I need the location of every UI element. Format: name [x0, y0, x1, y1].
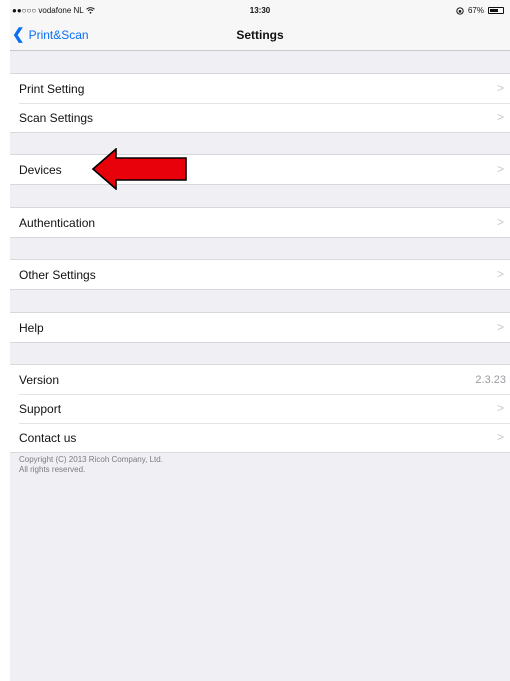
- devices-label: Devices: [19, 162, 62, 177]
- other-settings-label: Other Settings: [19, 267, 96, 282]
- version-value: 2.3.23: [475, 373, 506, 386]
- settings-group-about: Version 2.3.23 Support > Contact us >: [10, 364, 510, 453]
- settings-group-authentication: Authentication >: [10, 207, 510, 238]
- devices-row[interactable]: Devices >: [10, 155, 510, 184]
- print-setting-row[interactable]: Print Setting >: [10, 74, 510, 103]
- settings-group-help: Help >: [10, 312, 510, 343]
- chevron-right-icon: >: [496, 430, 504, 444]
- status-time: 13:30: [249, 6, 271, 15]
- battery-percent: 67%: [467, 6, 484, 15]
- chevron-right-icon: >: [496, 81, 504, 95]
- settings-group-devices: Devices >: [10, 154, 510, 185]
- copyright-text: Copyright (C) 2013 Ricoh Company, Ltd.: [19, 455, 163, 464]
- chevron-right-icon: >: [496, 267, 504, 281]
- rights-text: All rights reserved.: [19, 465, 86, 474]
- orientation-lock-icon: [456, 6, 464, 15]
- status-bar: ●●○○○ vodafone NL 13:30 67%: [10, 0, 510, 22]
- status-right: 67%: [456, 6, 504, 15]
- chevron-right-icon: >: [496, 320, 504, 334]
- help-row[interactable]: Help >: [10, 313, 510, 342]
- scan-settings-row[interactable]: Scan Settings >: [10, 103, 510, 132]
- settings-group-print-scan: Print Setting > Scan Settings >: [10, 73, 510, 133]
- contact-us-row[interactable]: Contact us >: [10, 423, 510, 452]
- battery-icon: [488, 7, 504, 14]
- version-row: Version 2.3.23: [10, 365, 510, 394]
- copyright-footer: Copyright (C) 2013 Ricoh Company, Ltd. A…: [19, 455, 163, 475]
- print-setting-label: Print Setting: [19, 81, 85, 96]
- version-label: Version: [19, 372, 60, 387]
- chevron-right-icon: >: [496, 401, 504, 415]
- chevron-right-icon: >: [496, 215, 504, 229]
- support-label: Support: [19, 401, 62, 416]
- navigation-bar: ❮ Print&Scan Settings: [10, 22, 510, 51]
- red-arrow-annotation: [92, 148, 187, 190]
- other-settings-row[interactable]: Other Settings >: [10, 260, 510, 289]
- settings-screen: ●●○○○ vodafone NL 13:30 67% ❮ Print&Scan…: [10, 0, 510, 681]
- chevron-right-icon: >: [496, 110, 504, 124]
- scan-settings-label: Scan Settings: [19, 110, 94, 125]
- page-title: Settings: [236, 28, 284, 42]
- settings-group-other: Other Settings >: [10, 259, 510, 290]
- contact-us-label: Contact us: [19, 430, 77, 445]
- support-row[interactable]: Support >: [10, 394, 510, 423]
- chevron-right-icon: >: [496, 162, 504, 176]
- help-label: Help: [19, 320, 44, 335]
- authentication-row[interactable]: Authentication >: [10, 208, 510, 237]
- authentication-label: Authentication: [19, 215, 96, 230]
